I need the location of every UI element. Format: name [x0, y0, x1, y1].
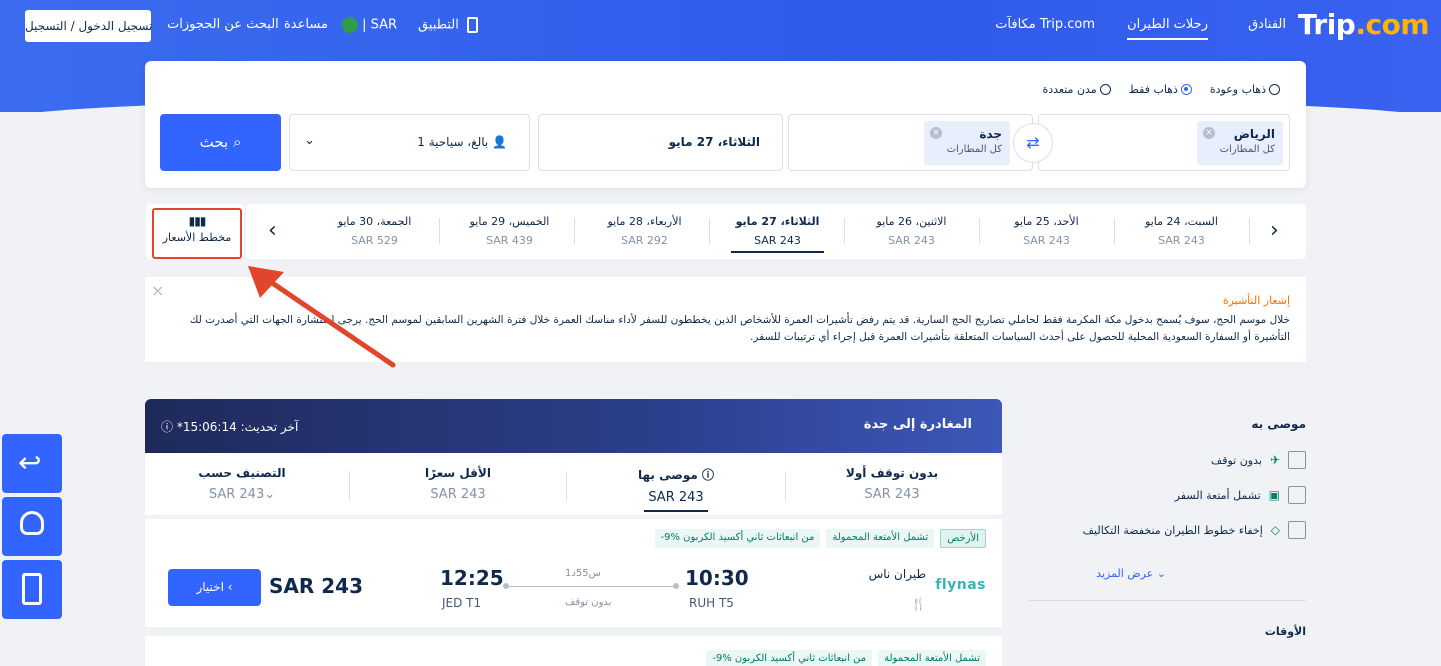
route-line [503, 583, 679, 589]
share-button[interactable]: ↩ [2, 434, 62, 493]
flight-tags: تشمل الأمتعة المحمولة -9% من انبعاثات ثا… [706, 650, 986, 666]
phone-icon [467, 17, 478, 33]
to-field[interactable]: جدة كل المطارات × [788, 114, 1033, 171]
date-cell[interactable]: الأربعاء، 28 مايو SAR 292 [582, 204, 707, 259]
radio-circle [1180, 84, 1192, 95]
last-updated: ⓘ *آخر تحديث: 15:06:14 [161, 420, 299, 434]
top-nav: Trip.com الفنادق رحلات الطيران مكافآت Tr… [0, 0, 1441, 52]
sort-recommended[interactable]: موصى بها ⓘ SAR 243 [569, 453, 783, 516]
login-button[interactable]: تسجيل الدخول / التسجيل [25, 10, 152, 42]
radio-circle [1269, 84, 1280, 95]
filter-nonstop[interactable]: ✈ بدون توقف [1211, 450, 1306, 470]
tag-icon: ◇ [1270, 523, 1280, 537]
plane-icon: ✈ [1269, 453, 1280, 467]
clear-icon[interactable]: × [930, 127, 942, 139]
price-chart-highlight: ▮▮▮ مخطط الأسعار [152, 208, 242, 259]
to-city-chip[interactable]: جدة كل المطارات × [924, 121, 1010, 165]
date-cell[interactable]: الاثنين، 26 مايو SAR 243 [849, 204, 974, 259]
price-chart-button[interactable]: ▮▮▮ مخطط الأسعار [146, 204, 244, 259]
clear-icon[interactable]: × [1203, 127, 1215, 139]
luggage-icon: ▣ [1268, 488, 1280, 502]
checkbox[interactable] [1288, 521, 1306, 539]
trip-type-group: ذهاب وعودة ذهاب فقط مدن متعددة [1043, 83, 1280, 96]
show-more-link[interactable]: عرض المزيد ⌄ [1096, 567, 1166, 580]
nav-rewards[interactable]: مكافآت Trip.com [995, 17, 1095, 32]
meal-icon: 🍴 [911, 597, 926, 611]
stops: بدون توقف [565, 597, 612, 608]
chevron-down-icon: ⌄ [304, 133, 315, 148]
currency-selector[interactable]: | SAR [340, 17, 397, 33]
reply-arrow-icon: ↩ [18, 446, 42, 479]
info-icon: ⓘ [701, 468, 714, 482]
radio-round-trip[interactable]: ذهاب وعودة [1210, 83, 1280, 96]
date-cell[interactable]: السبت، 24 مايو SAR 243 [1119, 204, 1244, 259]
choose-button[interactable]: اختيار ‹ [168, 569, 261, 606]
flight-tags: الأرخص تشمل الأمتعة المحمولة -9% من انبع… [654, 529, 986, 548]
from-field[interactable]: الرياض كل المطارات × [1038, 114, 1290, 171]
date-field[interactable]: الثلاثاء، 27 مايو [538, 114, 783, 171]
co2-tag: -9% من انبعاثات ثاني أكسيد الكربون [706, 650, 873, 666]
date-cell[interactable]: الأحد، 25 مايو SAR 243 [984, 204, 1109, 259]
sort-nonstop[interactable]: بدون توقف أولا SAR 243 [785, 453, 999, 516]
date-bar: ‹ الجمعة، 30 مايو SAR 529 الخميس، 29 مايو… [246, 204, 1306, 259]
radio-multi-city[interactable]: مدن متعددة [1043, 83, 1111, 96]
results-header: المغادرة إلى جدة ⓘ *آخر تحديث: 15:06:14 [145, 399, 1002, 453]
duration: 1س55د [565, 568, 601, 579]
departure-time: 10:30 [685, 566, 749, 590]
airline-info: طيران ناس flynas 🍴 [868, 567, 986, 611]
date-cell[interactable]: الخميس، 29 مايو SAR 439 [447, 204, 572, 259]
swap-icon[interactable]: ⇄ [1013, 123, 1053, 163]
close-icon[interactable]: × [151, 281, 164, 300]
nav-hotels[interactable]: الفنادق [1248, 17, 1286, 32]
from-city-chip[interactable]: الرياض كل المطارات × [1197, 121, 1283, 165]
departure-airport: RUH T5 [689, 596, 734, 610]
trip-logo[interactable]: Trip.com [1298, 8, 1430, 41]
chevron-down-icon: ⌄ [1156, 567, 1166, 580]
divider [1028, 600, 1306, 601]
nav-flights[interactable]: رحلات الطيران [1127, 17, 1208, 40]
passengers-field[interactable]: 1 بالغ، سياحية 👤 ⌄ [289, 114, 530, 171]
app-link[interactable]: التطبيق [418, 17, 478, 33]
sort-cheapest[interactable]: الأقل سعرًا SAR 243 [351, 453, 565, 516]
chevron-down-icon: ⌄ [264, 487, 276, 502]
flynas-logo: flynas [935, 577, 986, 593]
date-cell[interactable]: الجمعة، 30 مايو SAR 529 [312, 204, 437, 259]
flight-card[interactable]: تشمل الأمتعة المحمولة -9% من انبعاثات ثا… [145, 636, 1002, 666]
filter-hide-lcc[interactable]: ◇ إخفاء خطوط الطيران منخفضة التكاليف [1083, 520, 1306, 540]
flight-card[interactable]: الأرخص تشمل الأمتعة المحمولة -9% من انبع… [145, 519, 1002, 627]
app-download-button[interactable] [2, 560, 62, 619]
bar-chart-icon: ▮▮▮ [188, 214, 207, 228]
radio-one-way[interactable]: ذهاب فقط [1129, 83, 1192, 96]
checkbox[interactable] [1288, 486, 1306, 504]
cheapest-tag: الأرخص [940, 529, 986, 548]
find-booking-link[interactable]: البحث عن الحجوزات [167, 17, 279, 32]
carry-on-tag: تشمل الأمتعة المحمولة [826, 529, 935, 548]
chevron-left-icon[interactable]: ‹ [268, 218, 277, 243]
radio-circle [1099, 84, 1111, 95]
saudi-flag-icon [342, 17, 358, 33]
arrival-airport: JED T1 [442, 596, 482, 610]
phone-icon [22, 573, 42, 605]
help-link[interactable]: مساعدة [284, 17, 328, 32]
sort-bar: بدون توقف أولا SAR 243 موصى بها ⓘ SAR 243 … [145, 453, 1002, 516]
date-cell-active[interactable]: الثلاثاء، 27 مايو SAR 243 [715, 204, 840, 259]
arrival-time: 12:25 [440, 566, 504, 590]
search-card: ذهاب وعودة ذهاب فقط مدن متعددة الرياض كل… [145, 61, 1306, 188]
search-button[interactable]: بحث ⌕ [160, 114, 281, 171]
passengers-value: 1 بالغ، سياحية 👤 [417, 135, 507, 149]
sort-by[interactable]: التصنيف حسب SAR 243⌄ [135, 453, 349, 516]
flight-price: SAR 243 [269, 574, 363, 598]
headset-icon [20, 511, 44, 535]
annotation-arrow [248, 266, 396, 368]
search-icon: ⌕ [232, 133, 242, 151]
person-icon: 👤 [492, 135, 507, 149]
carry-on-tag: تشمل الأمتعة المحمولة [878, 650, 986, 666]
support-button[interactable] [2, 497, 62, 556]
chevron-right-icon[interactable]: › [1270, 218, 1279, 243]
checkbox[interactable] [1288, 451, 1306, 469]
filter-baggage[interactable]: ▣ تشمل أمتعة السفر [1175, 485, 1306, 505]
co2-tag: -9% من انبعاثات ثاني أكسيد الكربون [654, 529, 821, 548]
filters-panel: موصى به ✈ بدون توقف ▣ تشمل أمتعة السفر ◇ إخ… [1028, 400, 1306, 666]
info-icon: ⓘ [161, 420, 174, 434]
